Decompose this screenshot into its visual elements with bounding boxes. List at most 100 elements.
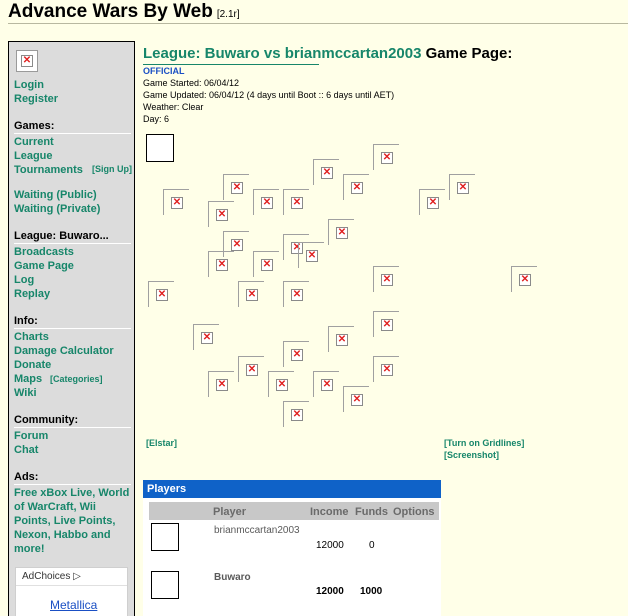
map-tile[interactable]: ✕ <box>208 201 234 227</box>
chat-link[interactable]: Chat <box>14 443 38 457</box>
donate-link[interactable]: Donate <box>14 358 51 372</box>
map-tile[interactable]: ✕ <box>163 189 189 215</box>
map-tile[interactable]: ✕ <box>373 356 399 382</box>
broken-image-icon: ✕ <box>216 209 228 221</box>
ad-text-line[interactable]: Free xBox Live, World <box>14 486 129 500</box>
map-tile[interactable]: ✕ <box>283 401 309 427</box>
register-link[interactable]: Register <box>14 92 58 106</box>
damage-calculator-link[interactable]: Damage Calculator <box>14 344 114 358</box>
league-link[interactable]: League <box>14 149 53 163</box>
broken-image-icon: ✕ <box>21 55 33 67</box>
map-tile[interactable]: ✕ <box>238 356 264 382</box>
info-heading: Info: <box>14 315 38 327</box>
version-label: [2.1r] <box>216 9 240 20</box>
map-tile[interactable]: ✕ <box>373 266 399 292</box>
broken-image-icon: ✕ <box>351 394 363 406</box>
game-title-link[interactable]: League: Buwaro vs brianmccartan2003 <box>143 45 421 62</box>
map-tile[interactable]: ✕ <box>238 281 264 307</box>
broken-image-icon: ✕ <box>427 197 439 209</box>
broken-image-icon: ✕ <box>457 182 469 194</box>
broken-image-icon: ✕ <box>381 152 393 164</box>
broken-image-icon: ✕ <box>381 364 393 376</box>
broken-image-icon: ✕ <box>171 197 183 209</box>
adchoices-text: AdChoices <box>22 571 71 582</box>
screenshot-link[interactable]: [Screenshot] <box>444 450 499 460</box>
column-income: Income <box>310 506 349 518</box>
categories-link[interactable]: [Categories] <box>50 372 103 386</box>
map-tile[interactable]: ✕ <box>328 326 354 352</box>
log-link[interactable]: Log <box>14 273 34 287</box>
broken-image-icon: ✕ <box>246 289 258 301</box>
title-underline <box>143 64 319 65</box>
community-divider <box>14 427 131 428</box>
game-page-link[interactable]: Game Page <box>14 259 74 273</box>
games-divider <box>14 133 131 134</box>
broken-image-icon: ✕ <box>381 274 393 286</box>
player-avatar[interactable] <box>151 571 179 599</box>
broken-image-icon: ✕ <box>519 274 531 286</box>
wiki-link[interactable]: Wiki <box>14 386 37 400</box>
tournaments-link[interactable]: Tournaments <box>14 163 83 177</box>
map-tile[interactable]: ✕ <box>313 159 339 185</box>
map-tile[interactable]: ✕ <box>193 324 219 350</box>
broken-image-icon: ✕ <box>336 334 348 346</box>
map-tile[interactable]: ✕ <box>283 341 309 367</box>
map-tile[interactable]: ✕ <box>419 189 445 215</box>
map-tile[interactable]: ✕ <box>511 266 537 292</box>
map-tile[interactable]: ✕ <box>268 371 294 397</box>
broken-image-icon: ✕ <box>291 409 303 421</box>
maps-link[interactable]: Maps <box>14 372 42 386</box>
map-tile[interactable]: ✕ <box>283 281 309 307</box>
adchoices-label[interactable]: AdChoices ▷ <box>22 571 81 582</box>
map-tile[interactable]: ✕ <box>373 311 399 337</box>
elstar-link[interactable]: [Elstar] <box>146 438 177 448</box>
broken-image-icon: ✕ <box>336 227 348 239</box>
map-tile[interactable]: ✕ <box>283 189 309 215</box>
page-title: League: Buwaro vs brianmccartan2003 Game… <box>143 45 512 62</box>
waiting-public-link[interactable]: Waiting (Public) <box>14 188 97 202</box>
gridlines-link[interactable]: [Turn on Gridlines] <box>444 438 524 448</box>
current-link[interactable]: Current <box>14 135 54 149</box>
ad-link[interactable]: Metallica <box>50 598 97 612</box>
ad-text-line[interactable]: more! <box>14 542 45 556</box>
map-tile[interactable]: ✕ <box>253 251 279 277</box>
broken-image-icon: ✕ <box>381 319 393 331</box>
map-tile[interactable]: ✕ <box>313 371 339 397</box>
map-tile[interactable]: ✕ <box>208 371 234 397</box>
ad-text-line[interactable]: of WarCraft, Wii <box>14 500 96 514</box>
broken-image-icon: ✕ <box>201 332 213 344</box>
ad-text-line[interactable]: Nexon, Habbo and <box>14 528 111 542</box>
map-tile[interactable]: ✕ <box>373 144 399 170</box>
waiting-private-link[interactable]: Waiting (Private) <box>14 202 100 216</box>
broken-image-icon: ✕ <box>351 182 363 194</box>
header-divider <box>8 23 628 24</box>
login-link[interactable]: Login <box>14 78 44 92</box>
community-heading: Community: <box>14 414 79 426</box>
broadcasts-link[interactable]: Broadcasts <box>14 245 74 259</box>
player-name[interactable]: brianmccartan2003 <box>214 525 300 536</box>
map-tile[interactable]: ✕ <box>253 189 279 215</box>
player-name[interactable]: Buwaro <box>214 572 251 583</box>
signup-link[interactable]: [Sign Up] <box>92 163 132 176</box>
charts-link[interactable]: Charts <box>14 330 49 344</box>
map-tile[interactable]: ✕ <box>148 281 174 307</box>
map-tile[interactable]: ✕ <box>298 242 324 268</box>
map-tile[interactable]: ✕ <box>328 219 354 245</box>
replay-link[interactable]: Replay <box>14 287 50 301</box>
map-tile[interactable]: ✕ <box>449 174 475 200</box>
site-title[interactable]: Advance Wars By Web [2.1r] <box>8 1 240 23</box>
column-player: Player <box>213 506 247 518</box>
player-avatar[interactable] <box>151 523 179 551</box>
forum-link[interactable]: Forum <box>14 429 48 443</box>
game-title-suffix: Game Page: <box>425 45 513 62</box>
ad-text-line[interactable]: Points, Live Points, <box>14 514 115 528</box>
adchoices-icon: ▷ <box>73 571 81 582</box>
broken-image-icon: ✕ <box>291 197 303 209</box>
game-heading: League: Buwaro... <box>14 230 109 242</box>
map-tile[interactable]: ✕ <box>343 174 369 200</box>
broken-image-icon: ✕ <box>231 182 243 194</box>
map-tile[interactable]: ✕ <box>343 386 369 412</box>
broken-image-icon: ✕ <box>246 364 258 376</box>
map-tile[interactable]: ✕ <box>223 174 249 200</box>
map-tile[interactable]: ✕ <box>208 251 234 277</box>
